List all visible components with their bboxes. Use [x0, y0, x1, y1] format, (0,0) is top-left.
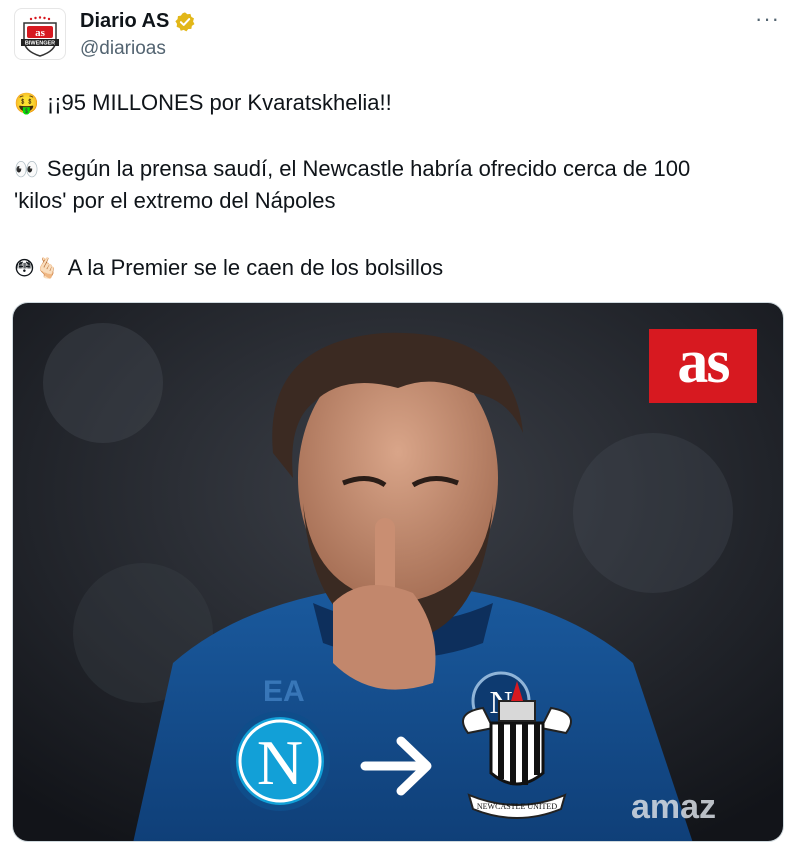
jersey-sponsor-left: EA	[263, 675, 305, 708]
author-display-name[interactable]: Diario AS	[80, 10, 169, 33]
napoli-crest-icon: N	[230, 711, 330, 811]
verified-badge-icon	[174, 11, 196, 33]
tweet-line-3: 'kilos' por el extremo del Nápoles	[14, 188, 336, 213]
tweet-line-2-text: Según la prensa saudí, el Newcastle habr…	[46, 156, 691, 181]
flushed-money-emoji: 😳🫰🏻	[14, 256, 60, 280]
tweet-line-1-text: ¡¡95 MILLONES por Kvaratskhelia!!	[46, 90, 392, 115]
tweet-media-image[interactable]: EA amaz N N NEWCASTLE UNITED a	[12, 302, 784, 842]
more-options-icon[interactable]: ···	[755, 8, 780, 30]
tweet-line-4: 😳🫰🏻 A la Premier se le caen de los bolsil…	[14, 252, 443, 284]
money-face-emoji: 🤑	[14, 91, 39, 115]
biwenger-as-logo: as BIWENGER	[21, 16, 59, 57]
tweet-line-4-text: A la Premier se le caen de los bolsillos	[67, 255, 444, 280]
author-handle[interactable]: @diarioas	[80, 38, 166, 60]
tweet-line-1: 🤑 ¡¡95 MILLONES por Kvaratskhelia!!	[14, 87, 392, 119]
avatar-subtext: BIWENGER	[25, 41, 55, 47]
eyes-emoji: 👀	[14, 157, 39, 181]
avatar[interactable]: as BIWENGER	[14, 8, 66, 60]
as-brand-logo: as	[649, 329, 757, 403]
author-name-row: Diario AS	[80, 10, 196, 33]
tweet-line-2: 👀 Según la prensa saudí, el Newcastle hab…	[14, 153, 690, 185]
napoli-crest-letter: N	[257, 727, 303, 798]
jersey-sponsor-right: amaz	[631, 788, 716, 826]
as-logo-text: as	[677, 328, 730, 396]
newcastle-crest-text: NEWCASTLE UNITED	[477, 802, 557, 811]
avatar-logo-text: as	[35, 27, 46, 39]
